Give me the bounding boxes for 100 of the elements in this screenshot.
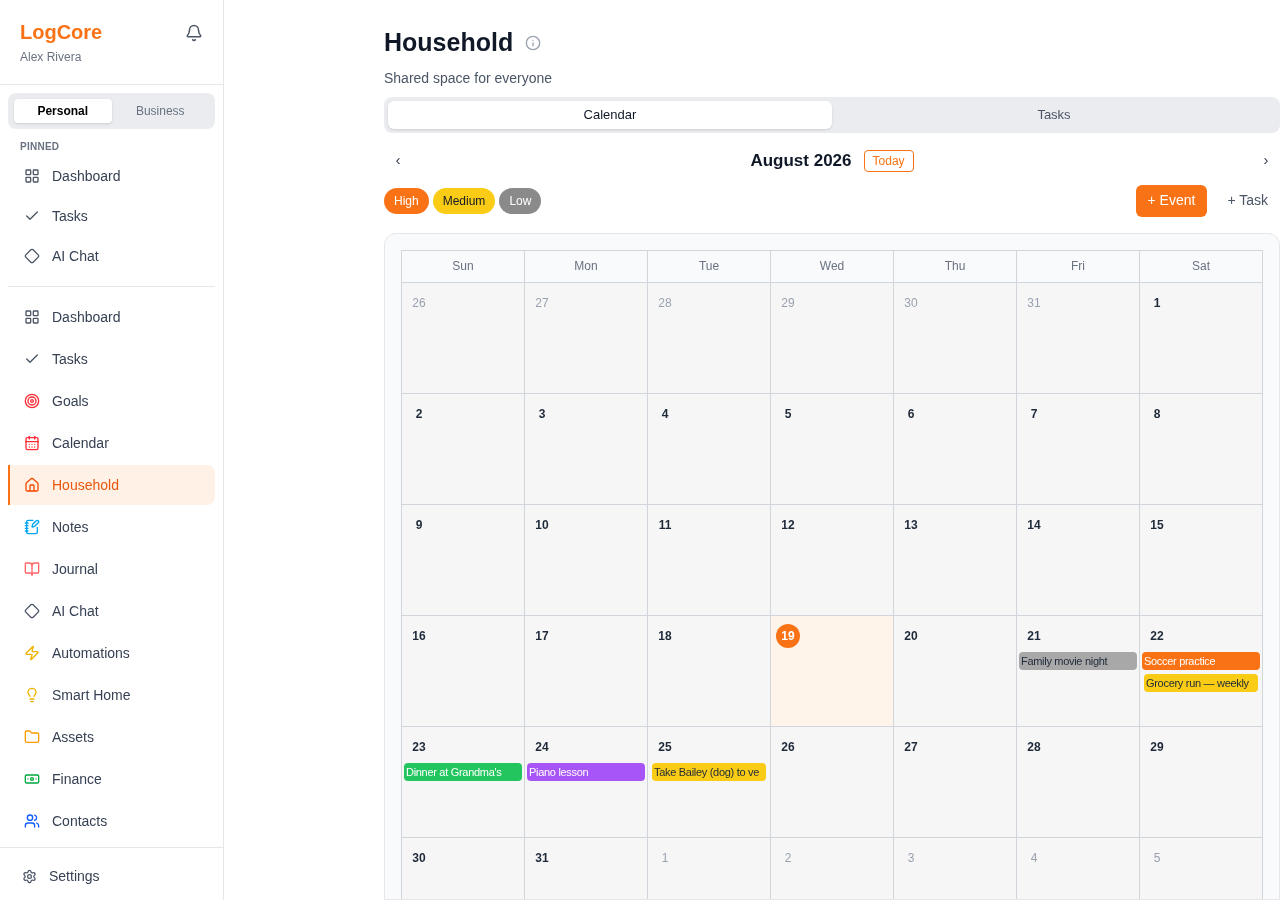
day-number: 28 (1026, 738, 1042, 756)
day-number: 28 (657, 294, 673, 312)
mode-tab[interactable]: Personal (14, 99, 112, 123)
day-number: 29 (1149, 738, 1165, 756)
day-cell[interactable]: 12 (771, 504, 894, 616)
day-cell[interactable]: 25 Take Bailey (dog) to ve (648, 726, 771, 838)
day-number: 27 (903, 738, 919, 756)
day-cell[interactable]: 17 (525, 615, 648, 727)
day-number: 1 (1152, 294, 1162, 312)
nav-item[interactable]: Goals (8, 381, 215, 421)
task-chip[interactable]: Take Bailey (dog) to ve (652, 762, 766, 781)
day-cell[interactable]: 21 Family movie night (1017, 615, 1140, 727)
day-cell[interactable]: 7 (1017, 393, 1140, 505)
day-number: 23 (411, 738, 427, 756)
day-number: 5 (1152, 849, 1162, 867)
day-number: 26 (780, 738, 796, 756)
next-month-button[interactable]: › (1252, 149, 1280, 172)
day-cell[interactable]: 18 (648, 615, 771, 727)
day-cell[interactable]: 26 (771, 726, 894, 838)
day-cell[interactable]: 14 (1017, 504, 1140, 616)
day-cell[interactable]: 16 (402, 615, 525, 727)
nav-item[interactable]: Smart Home (8, 675, 215, 715)
nav-item[interactable]: Journal (8, 549, 215, 589)
weekday-header: Wed (771, 250, 894, 283)
day-number: 15 (1149, 516, 1165, 534)
day-number: 19 (776, 623, 800, 648)
day-number: 6 (906, 405, 916, 423)
day-number: 2 (414, 405, 424, 423)
day-cell[interactable]: 5 (771, 393, 894, 505)
target-icon (24, 393, 40, 409)
grid-icon (24, 168, 40, 184)
day-cell[interactable]: 31 (525, 837, 648, 899)
nav-item[interactable]: Contacts (8, 801, 215, 841)
day-number: 4 (660, 405, 670, 423)
day-number: 18 (657, 627, 673, 645)
task-chip[interactable]: Grocery run — weekly (1144, 673, 1258, 692)
day-number: 25 (657, 738, 673, 756)
day-cell[interactable]: 6 (894, 393, 1017, 505)
day-cell[interactable]: 13 (894, 504, 1017, 616)
nav-item[interactable]: Automations (8, 633, 215, 673)
people-icon (24, 813, 40, 829)
day-number: 14 (1026, 516, 1042, 534)
nav-item[interactable]: Tasks (8, 339, 215, 379)
priority-filter[interactable]: Medium (432, 187, 496, 214)
day-number: 30 (903, 294, 919, 312)
nav-item[interactable]: Calendar (8, 423, 215, 463)
page-title: Household (384, 27, 514, 58)
day-number: 16 (411, 627, 427, 645)
weekday-header: Sat (1140, 250, 1263, 283)
event-chip[interactable]: Family movie night (1019, 651, 1137, 670)
day-number: 13 (903, 516, 919, 534)
day-cell[interactable]: 30 (402, 837, 525, 899)
day-number: 3 (537, 405, 547, 423)
day-cell[interactable]: 8 (1140, 393, 1263, 505)
day-cell[interactable]: 1 (1140, 282, 1263, 394)
nav-item[interactable]: Tasks (8, 196, 215, 236)
nav-item[interactable]: Dashboard (8, 156, 215, 196)
nav-item[interactable]: Dashboard (8, 297, 215, 337)
nav-item[interactable]: AI Chat (8, 236, 215, 276)
settings-item[interactable]: Settings (8, 856, 215, 896)
add-task-button[interactable]: + Task (1215, 184, 1280, 217)
previous-month-button[interactable]: ‹ (384, 149, 412, 172)
day-cell[interactable]: 11 (648, 504, 771, 616)
house-icon (24, 477, 40, 493)
grid-icon (24, 309, 40, 325)
calendar-icon (24, 435, 40, 451)
weekday-header: Thu (894, 250, 1017, 283)
nav-item[interactable]: Finance (8, 759, 215, 799)
day-cell[interactable]: 15 (1140, 504, 1263, 616)
day-cell[interactable]: 28 (1017, 726, 1140, 838)
view-tab[interactable]: Calendar (388, 100, 832, 129)
day-cell[interactable]: 9 (402, 504, 525, 616)
day-number: 1 (660, 849, 670, 867)
nav-item[interactable]: AI Chat (8, 591, 215, 631)
day-cell[interactable]: 22 Soccer practice Grocery run — weekly (1140, 615, 1263, 727)
nav-item[interactable]: Notes (8, 507, 215, 547)
day-cell[interactable]: 3 (525, 393, 648, 505)
mode-tab[interactable]: Business (111, 99, 209, 123)
day-cell[interactable]: 27 (894, 726, 1017, 838)
day-number: 31 (1026, 294, 1042, 312)
day-number: 29 (780, 294, 796, 312)
day-cell[interactable]: 10 (525, 504, 648, 616)
event-chip[interactable]: Piano lesson (527, 762, 645, 781)
nav-item[interactable]: Assets (8, 717, 215, 757)
day-number: 24 (534, 738, 550, 756)
day-cell[interactable]: 2 (402, 393, 525, 505)
day-cell[interactable]: 20 (894, 615, 1017, 727)
lightning-icon (24, 645, 40, 661)
day-cell[interactable]: 24 Piano lesson (525, 726, 648, 838)
weekday-header: Fri (1017, 250, 1140, 283)
day-cell[interactable]: 29 (1140, 726, 1263, 838)
settings-icon (22, 868, 37, 884)
day-cell[interactable]: 23 Dinner at Grandma's (402, 726, 525, 838)
view-tab[interactable]: Tasks (832, 100, 1276, 129)
day-number: 2 (783, 849, 793, 867)
day-number: 11 (657, 516, 673, 534)
day-number: 30 (411, 849, 427, 867)
info-icon[interactable] (525, 34, 542, 51)
day-cell[interactable]: 4 (648, 393, 771, 505)
notification-icon[interactable] (185, 24, 203, 42)
